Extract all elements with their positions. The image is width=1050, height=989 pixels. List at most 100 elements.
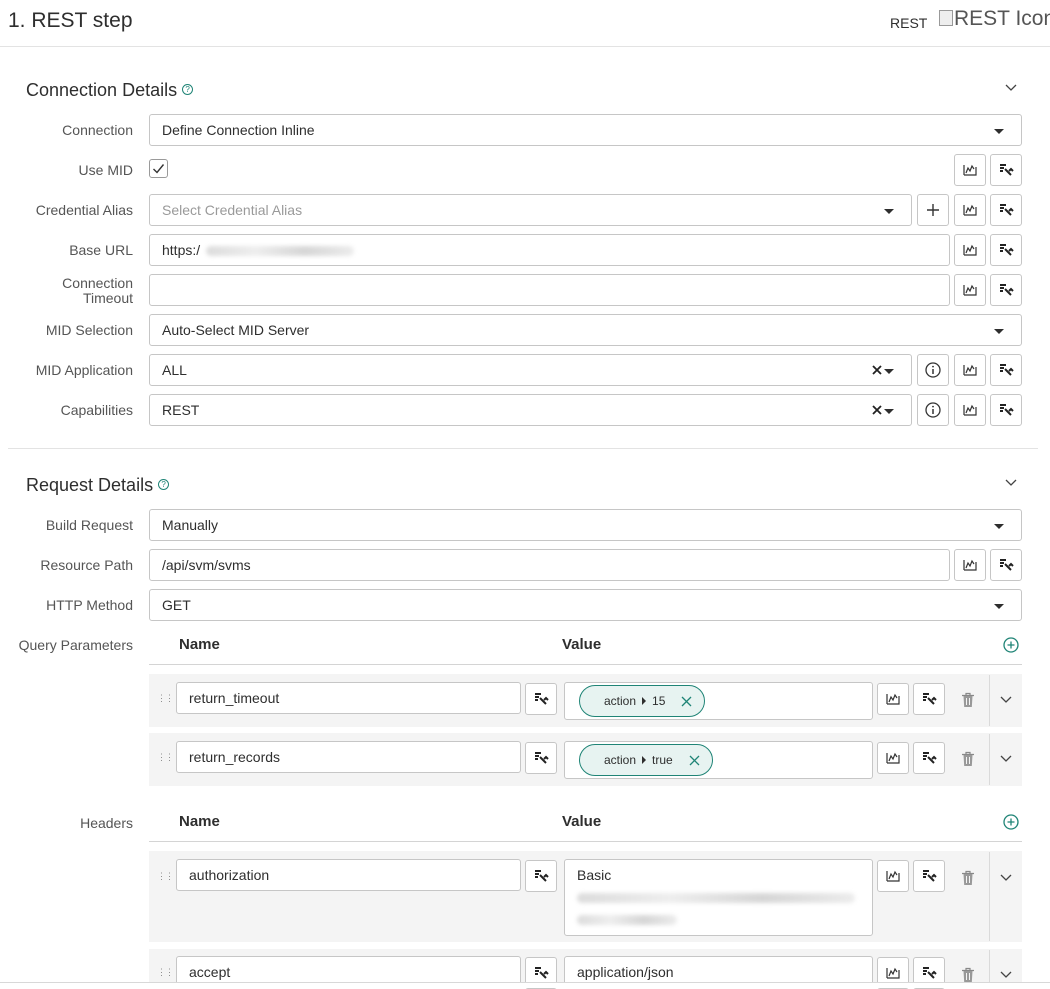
- http-method-value: GET: [162, 597, 191, 613]
- rest-icon-alt-text: REST Icon: [954, 7, 1050, 30]
- trash-icon[interactable]: [961, 870, 975, 886]
- script-toggle-icon[interactable]: [525, 742, 557, 774]
- connection-timeout-input[interactable]: [149, 274, 950, 306]
- step-type-label: REST: [890, 15, 928, 31]
- headers-label: Headers: [80, 815, 133, 831]
- script-toggle-icon[interactable]: [990, 154, 1022, 186]
- checkmark-icon: [153, 164, 165, 174]
- script-toggle-icon[interactable]: [990, 194, 1022, 226]
- script-toggle-icon[interactable]: [913, 860, 945, 892]
- chevron-down-icon[interactable]: [999, 692, 1013, 706]
- remove-pill-icon[interactable]: [681, 695, 693, 707]
- resource-path-input[interactable]: /api/svm/svms: [149, 549, 950, 581]
- caret-down-icon: [994, 604, 1004, 609]
- rest-icon-image: REST Icon: [939, 7, 1050, 31]
- query-header-divider: [149, 664, 1022, 665]
- info-button[interactable]: [917, 354, 949, 386]
- data-pill-picker-icon[interactable]: [877, 742, 909, 774]
- trash-icon[interactable]: [961, 751, 975, 767]
- use-mid-checkbox[interactable]: [149, 159, 168, 178]
- clear-x-icon[interactable]: [871, 404, 883, 416]
- data-pill-picker-icon[interactable]: [954, 274, 986, 306]
- caret-down-icon: [994, 524, 1004, 529]
- drag-handle-icon[interactable]: ⋮⋮: [157, 872, 174, 881]
- http-method-label: HTTP Method: [46, 597, 133, 613]
- chevron-down-icon[interactable]: [999, 967, 1013, 981]
- base-url-input[interactable]: https:/: [149, 234, 950, 266]
- help-circle-icon[interactable]: ?: [158, 478, 170, 490]
- query-param-value-input[interactable]: action true: [564, 741, 873, 779]
- add-query-parameter-icon[interactable]: [1003, 637, 1019, 653]
- connection-section-title: Connection Details?: [26, 80, 194, 101]
- script-toggle-icon[interactable]: [990, 394, 1022, 426]
- data-pill-picker-icon[interactable]: [954, 549, 986, 581]
- capabilities-label: Capabilities: [60, 402, 133, 418]
- query-param-value-input[interactable]: action 15: [564, 682, 873, 720]
- drag-handle-icon[interactable]: ⋮⋮: [157, 968, 174, 977]
- data-pill-picker-icon[interactable]: [954, 154, 986, 186]
- add-credential-button[interactable]: [917, 194, 949, 226]
- connection-label: Connection: [62, 122, 133, 138]
- script-toggle-icon[interactable]: [990, 549, 1022, 581]
- headers-col-name: Name: [179, 813, 220, 830]
- http-method-select[interactable]: GET: [149, 589, 1022, 621]
- data-pill-picker-icon[interactable]: [954, 194, 986, 226]
- clear-x-icon[interactable]: [871, 364, 883, 376]
- header-value-input[interactable]: Basic: [564, 859, 873, 936]
- drag-handle-icon[interactable]: ⋮⋮: [157, 694, 174, 703]
- row-divider: [989, 734, 990, 785]
- mid-selection-label: MID Selection: [45, 322, 133, 338]
- build-request-label: Build Request: [45, 517, 133, 533]
- mid-selection-select[interactable]: Auto-Select MID Server: [149, 314, 1022, 346]
- pill-arrow-icon: [642, 756, 647, 764]
- script-toggle-icon[interactable]: [913, 683, 945, 715]
- data-pill-picker-icon[interactable]: [954, 234, 986, 266]
- connection-select[interactable]: Define Connection Inline: [149, 114, 1022, 146]
- script-toggle-icon[interactable]: [990, 234, 1022, 266]
- script-toggle-icon[interactable]: [990, 274, 1022, 306]
- build-request-select[interactable]: Manually: [149, 509, 1022, 541]
- query-param-name-input[interactable]: return_records: [176, 741, 521, 773]
- mid-application-label: MID Application: [35, 362, 133, 378]
- resource-path-value: /api/svm/svms: [162, 557, 251, 573]
- add-header-icon[interactable]: [1003, 814, 1019, 830]
- script-toggle-icon[interactable]: [990, 354, 1022, 386]
- capabilities-value: REST: [162, 402, 200, 418]
- query-col-value: Value: [562, 636, 602, 653]
- drag-handle-icon[interactable]: ⋮⋮: [157, 753, 174, 762]
- header-value: Basic: [577, 867, 612, 883]
- query-param-name-input[interactable]: return_timeout: [176, 682, 521, 714]
- info-button[interactable]: [917, 394, 949, 426]
- trash-icon[interactable]: [961, 967, 975, 983]
- caret-down-icon: [994, 129, 1004, 134]
- header-divider: [0, 46, 1050, 47]
- chevron-down-icon[interactable]: [999, 870, 1013, 884]
- data-pill[interactable]: action true: [579, 744, 713, 776]
- credential-alias-select[interactable]: Select Credential Alias: [149, 194, 912, 226]
- data-pill-picker-icon[interactable]: [877, 683, 909, 715]
- mid-application-select[interactable]: ALL: [149, 354, 912, 386]
- help-circle-icon[interactable]: ?: [182, 83, 194, 95]
- base-url-value: https:/: [162, 242, 201, 258]
- data-pill-picker-icon[interactable]: [877, 860, 909, 892]
- header-name-input[interactable]: authorization: [176, 859, 521, 891]
- script-toggle-icon[interactable]: [525, 683, 557, 715]
- chevron-down-icon[interactable]: [1004, 475, 1018, 489]
- data-pill-picker-icon[interactable]: [954, 394, 986, 426]
- query-col-name: Name: [179, 636, 220, 653]
- chevron-down-icon[interactable]: [1004, 80, 1018, 94]
- headers-header-divider: [149, 841, 1022, 842]
- credential-alias-label: Credential Alias: [35, 202, 133, 218]
- trash-icon[interactable]: [961, 692, 975, 708]
- base-url-label: Base URL: [69, 242, 133, 258]
- script-toggle-icon[interactable]: [525, 860, 557, 892]
- data-pill[interactable]: action 15: [579, 685, 706, 717]
- connection-timeout-label-line2: Timeout: [82, 290, 133, 306]
- capabilities-select[interactable]: REST: [149, 394, 912, 426]
- redacted-text: [577, 893, 855, 903]
- data-pill-picker-icon[interactable]: [954, 354, 986, 386]
- header-name: accept: [189, 964, 231, 980]
- chevron-down-icon[interactable]: [999, 751, 1013, 765]
- remove-pill-icon[interactable]: [689, 754, 700, 766]
- script-toggle-icon[interactable]: [913, 742, 945, 774]
